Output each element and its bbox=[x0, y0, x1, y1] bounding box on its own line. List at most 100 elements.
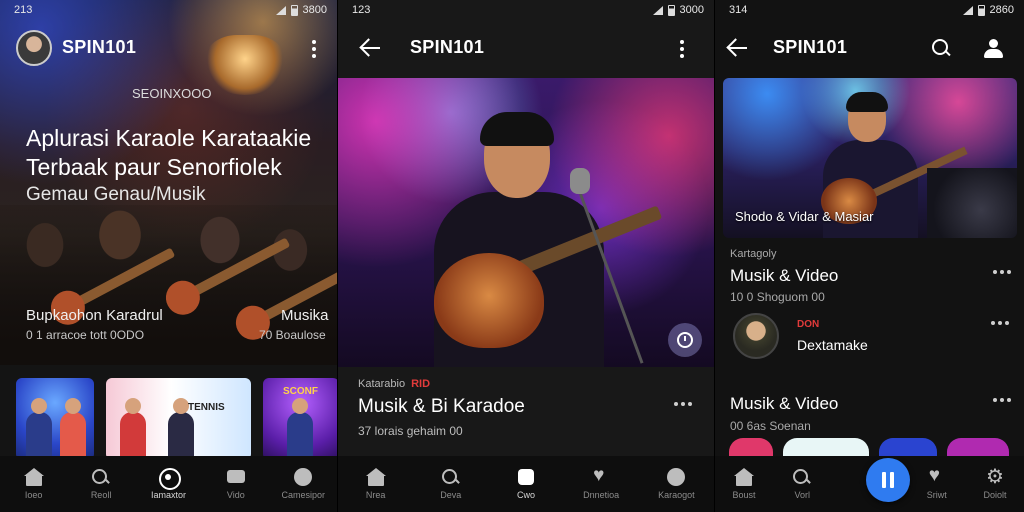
song-meta: 37 lorais gehaim 00 bbox=[358, 424, 463, 438]
thumbnail-label: SCONF bbox=[283, 386, 318, 397]
nav-item-favorites[interactable]: Dnnetioa bbox=[571, 465, 631, 500]
search-icon[interactable] bbox=[931, 38, 951, 58]
nav-item-profile[interactable]: Camesipor bbox=[273, 468, 333, 500]
gear-icon bbox=[985, 464, 1005, 489]
nav-item-search[interactable]: Vorl bbox=[781, 468, 823, 500]
guitar-graphic bbox=[179, 237, 291, 303]
more-options-icon[interactable] bbox=[312, 40, 316, 58]
artist-badge: DON bbox=[797, 319, 820, 330]
section-title: Musik & Video bbox=[730, 394, 839, 413]
nav-item-favorites[interactable]: Sriwt bbox=[916, 465, 958, 500]
status-time: 123 bbox=[352, 4, 371, 16]
featured-caption: Shodo & Vidar & Masiar bbox=[735, 209, 874, 224]
nav-item-home[interactable]: Boust bbox=[723, 468, 765, 500]
nav-item-home[interactable]: Ioeo bbox=[4, 468, 64, 500]
more-horizontal-icon[interactable] bbox=[993, 398, 1011, 402]
hero-subtitle: Gemau Genau/Musik bbox=[26, 184, 206, 205]
card-meta-right: 70 Boaulose bbox=[259, 328, 326, 342]
record-icon bbox=[158, 468, 182, 490]
status-icons: 3000 bbox=[652, 4, 704, 16]
bottom-nav: Nrea Deva Cwo Dnnetioa Karaogot bbox=[338, 456, 714, 512]
nav-item-search[interactable]: Reoll bbox=[71, 468, 131, 500]
status-bar: 123 3000 bbox=[338, 0, 714, 20]
section-meta: 10 0 Shoguom 00 bbox=[730, 290, 825, 304]
artist-row[interactable]: DON Dextamake bbox=[733, 313, 1023, 367]
thumbnail-card[interactable]: TENNIS bbox=[106, 378, 251, 460]
play-pause-button[interactable] bbox=[866, 458, 910, 502]
card-caption-left[interactable]: Bupkaohon Karadrul bbox=[26, 307, 163, 324]
artist-avatar[interactable] bbox=[733, 313, 779, 359]
timer-icon bbox=[677, 332, 693, 348]
thumbnail-label: TENNIS bbox=[188, 402, 225, 413]
back-arrow-icon[interactable] bbox=[727, 38, 747, 58]
battery-icon bbox=[290, 4, 298, 16]
signal-icon bbox=[962, 5, 973, 15]
section-meta: 00 6as Soenan bbox=[730, 419, 811, 433]
face-icon bbox=[293, 468, 313, 486]
thumbnail-card[interactable] bbox=[16, 378, 94, 460]
more-options-icon[interactable] bbox=[680, 40, 684, 58]
artist-name: Dextamake bbox=[797, 337, 868, 353]
profile-avatar[interactable] bbox=[16, 30, 52, 66]
timer-button[interactable] bbox=[668, 323, 702, 357]
pause-icon bbox=[882, 472, 894, 488]
signal-icon bbox=[652, 5, 663, 15]
heart-icon bbox=[927, 465, 947, 487]
home-icon bbox=[23, 468, 44, 486]
performer-figure bbox=[26, 398, 52, 460]
status-time: 213 bbox=[14, 4, 33, 16]
hero-kicker: SEOINXOOO bbox=[132, 86, 212, 101]
status-badge: RID bbox=[411, 378, 431, 390]
screen-player: 123 3000 SPIN101 Katarabio RID Musik & Bi… bbox=[338, 0, 714, 512]
featured-video-card[interactable]: Shodo & Vidar & Masiar bbox=[723, 78, 1017, 238]
nav-item-record[interactable]: Iamaxtor bbox=[138, 468, 198, 500]
performer-figure bbox=[120, 398, 146, 460]
nav-item-library[interactable]: Cwo bbox=[496, 468, 556, 500]
status-bar: 213 3800 bbox=[0, 0, 337, 20]
card-meta-left: 0 1 arracoe tott 0ODO bbox=[26, 328, 145, 342]
app-title: SPIN101 bbox=[773, 37, 848, 57]
face-icon bbox=[666, 468, 686, 486]
thumbnail-row: TENNIS SCONF bbox=[16, 378, 337, 460]
category-kicker: Kartagoly bbox=[730, 248, 777, 260]
hero-title: Aplurasi Karaole Karataakie Terbaak paur… bbox=[26, 125, 312, 180]
search-icon bbox=[441, 468, 461, 486]
heart-icon bbox=[591, 465, 611, 487]
status-icons: 3800 bbox=[275, 4, 327, 16]
drums-graphic bbox=[927, 168, 1017, 238]
back-arrow-icon[interactable] bbox=[360, 38, 380, 58]
thumbnail-card[interactable]: SCONF bbox=[263, 378, 337, 460]
status-icons: 2860 bbox=[962, 4, 1014, 16]
card-caption-right[interactable]: Musika bbox=[281, 307, 329, 324]
more-horizontal-icon[interactable] bbox=[991, 321, 1009, 325]
home-icon bbox=[734, 468, 754, 486]
status-right-text: 2860 bbox=[989, 4, 1014, 16]
user-icon[interactable] bbox=[983, 38, 1003, 58]
search-icon bbox=[792, 468, 812, 486]
status-right-text: 3800 bbox=[302, 4, 327, 16]
section-title: Musik & Video bbox=[730, 266, 839, 285]
performer-figure bbox=[60, 398, 86, 460]
song-title: Musik & Bi Karadoe bbox=[358, 396, 525, 417]
bottom-nav: Ioeo Reoll Iamaxtor Vido Camesipor bbox=[0, 456, 337, 512]
battery-icon bbox=[667, 4, 675, 16]
nav-item-home[interactable]: Nrea bbox=[346, 468, 406, 500]
video-player[interactable] bbox=[338, 78, 714, 367]
nav-item-settings[interactable]: Doiolt bbox=[974, 464, 1016, 500]
more-horizontal-icon[interactable] bbox=[674, 402, 692, 406]
microphone-graphic bbox=[570, 168, 590, 194]
status-bar: 314 2860 bbox=[715, 0, 1024, 20]
cube-icon bbox=[516, 468, 536, 486]
nav-item-video[interactable]: Vido bbox=[206, 468, 266, 500]
guitar-body-graphic bbox=[434, 253, 544, 348]
nav-item-search[interactable]: Deva bbox=[421, 468, 481, 500]
category-line: Katarabio RID bbox=[358, 378, 430, 390]
signal-icon bbox=[275, 5, 286, 15]
nav-item-karaoke[interactable]: Karaogot bbox=[646, 468, 706, 500]
performer-figure bbox=[287, 398, 313, 460]
chandelier-decor bbox=[205, 35, 285, 95]
app-title: SPIN101 bbox=[62, 37, 137, 57]
message-icon bbox=[226, 468, 246, 486]
screen-category: 314 2860 SPIN101 Shodo & Vidar & Masiar … bbox=[715, 0, 1024, 512]
more-horizontal-icon[interactable] bbox=[993, 270, 1011, 274]
